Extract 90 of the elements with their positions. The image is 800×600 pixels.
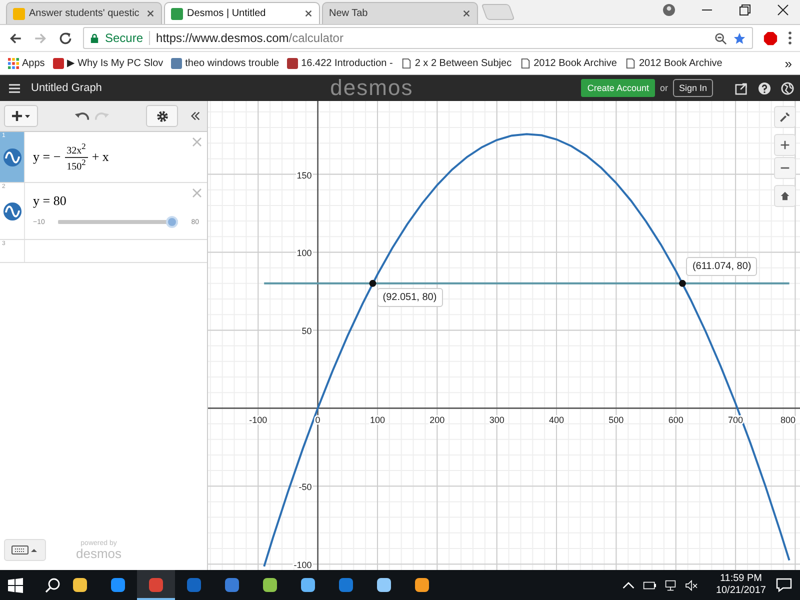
keyboard-button[interactable] — [4, 539, 46, 561]
point-tooltip: (611.074, 80) — [686, 257, 758, 276]
x-tick-label: 600 — [668, 415, 684, 426]
undo-icon[interactable] — [74, 111, 89, 121]
bookmark-link[interactable]: 2 x 2 Between Subjec — [396, 58, 516, 68]
y-tick-label: 150 — [296, 170, 312, 180]
globe-icon[interactable] — [781, 82, 794, 94]
zoom-icon[interactable] — [714, 32, 727, 44]
back-arrow-icon[interactable] — [8, 30, 23, 46]
app-icon[interactable] — [414, 577, 430, 593]
zoom-in-button[interactable] — [774, 134, 796, 156]
intersection-point[interactable] — [369, 280, 376, 287]
apps-grid-icon — [8, 58, 19, 68]
browser-tab[interactable]: Answer students' questic — [6, 2, 162, 24]
app-icon[interactable] — [376, 577, 392, 593]
battery-icon[interactable] — [642, 580, 656, 590]
help-icon[interactable] — [758, 82, 772, 94]
notification-icon[interactable] — [776, 577, 792, 593]
desmos-logo: desmos — [330, 75, 414, 101]
browser-tab[interactable]: New Tab — [322, 2, 478, 24]
home-button[interactable] — [774, 185, 796, 207]
more-bookmarks-button[interactable]: » — [780, 56, 796, 70]
stop-sign-icon[interactable] — [763, 30, 778, 46]
x-tick-label: 300 — [489, 415, 504, 426]
app-icon[interactable] — [262, 577, 278, 593]
x-tick-label: 500 — [608, 415, 624, 426]
bookmark-link[interactable]: Apps — [4, 58, 49, 68]
y-tick-label: -50 — [298, 482, 312, 492]
site-icon — [13, 8, 25, 20]
reload-icon[interactable] — [58, 30, 73, 46]
network-icon[interactable] — [664, 580, 677, 590]
site-icon — [171, 8, 183, 20]
site-icon — [52, 58, 64, 68]
windows-logo-icon[interactable] — [8, 578, 23, 592]
x-tick-label: -100 — [249, 415, 268, 426]
wrench-icon — [779, 111, 791, 123]
wave-icon[interactable] — [2, 202, 22, 220]
restore-icon[interactable] — [738, 3, 752, 17]
collapse-icon[interactable] — [190, 111, 201, 121]
bookmark-link[interactable]: ▶ Why Is My PC Slov — [48, 57, 168, 69]
browser-tab[interactable]: Desmos | Untitled — [164, 2, 320, 24]
slider-thumb[interactable] — [166, 216, 178, 228]
equation: y = 80 — [33, 193, 68, 209]
caret-icon[interactable] — [622, 580, 635, 590]
bookmark-link[interactable]: theo windows trouble — [167, 58, 284, 68]
settings-button[interactable] — [774, 106, 796, 128]
keyboard-icon — [11, 545, 39, 555]
site-icon — [287, 58, 298, 68]
x-tick-label: 400 — [549, 415, 564, 426]
intersection-point[interactable] — [678, 280, 686, 287]
speaker-muted-icon[interactable] — [684, 580, 698, 590]
search-icon[interactable] — [45, 577, 61, 593]
plus-icon — [10, 110, 32, 122]
clock[interactable]: 11:59 PM 10/21/2017 — [716, 572, 766, 598]
bookmark-link[interactable]: 2012 Book Archive — [516, 58, 621, 68]
graph-title: Untitled Graph — [31, 82, 102, 94]
y-tick-label: 100 — [296, 248, 312, 258]
y-tick-label: 50 — [302, 326, 312, 336]
lock-icon — [90, 32, 99, 44]
y-tick-label: -100 — [294, 560, 312, 570]
profile-icon[interactable] — [662, 3, 676, 17]
bookmark-link[interactable]: 2012 Book Archive — [620, 58, 726, 68]
menu-icon[interactable] — [8, 82, 21, 94]
site-icon — [171, 58, 182, 68]
page-icon — [520, 58, 531, 68]
star-icon[interactable] — [733, 32, 746, 44]
settings-button[interactable] — [146, 105, 178, 127]
settings-icon — [156, 110, 168, 122]
more-icon[interactable] — [788, 31, 792, 45]
wave-icon[interactable] — [2, 148, 22, 166]
plus-icon — [780, 140, 790, 150]
bookmark-link[interactable]: 16.422 Introduction - — [283, 58, 397, 68]
home-icon — [780, 191, 790, 201]
app-icon[interactable] — [224, 577, 240, 593]
address-field[interactable]: Secure https://www.desmos.com/calculator — [83, 27, 753, 49]
sign-in-button[interactable]: Sign In — [672, 79, 714, 97]
x-tick-label: 100 — [370, 415, 385, 426]
x-tick-label: 200 — [430, 415, 445, 426]
add-item-button[interactable] — [4, 105, 38, 127]
point-tooltip: (92.051, 80) — [376, 288, 443, 308]
close-icon[interactable] — [776, 3, 790, 17]
x-tick-label: 800 — [780, 415, 796, 426]
page-icon — [624, 58, 636, 68]
close-icon[interactable] — [304, 9, 313, 18]
page-icon — [400, 58, 412, 68]
or-label: or — [660, 83, 668, 93]
app-icon[interactable] — [72, 577, 88, 593]
app-icon[interactable] — [110, 577, 126, 593]
share-icon[interactable] — [735, 82, 748, 94]
app-icon[interactable] — [300, 577, 316, 593]
